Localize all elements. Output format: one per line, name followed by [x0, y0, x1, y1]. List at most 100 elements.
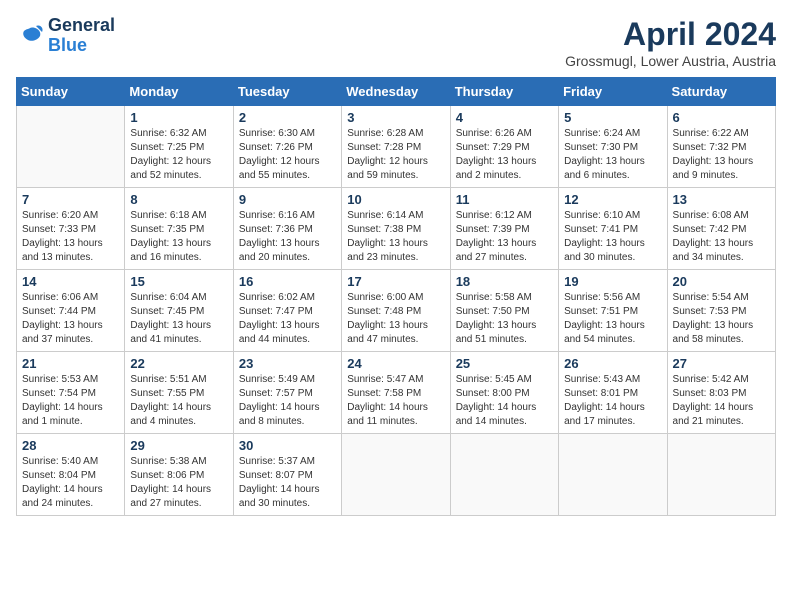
calendar-cell: 17 Sunrise: 6:00 AM Sunset: 7:48 PM Dayli…: [342, 270, 450, 352]
calendar-cell: 22 Sunrise: 5:51 AM Sunset: 7:55 PM Dayli…: [125, 352, 233, 434]
day-info: Sunrise: 6:00 AM Sunset: 7:48 PM Dayligh…: [347, 291, 444, 347]
day-info: Sunrise: 5:47 AM Sunset: 7:58 PM Dayligh…: [347, 373, 444, 429]
calendar-week-row: 28 Sunrise: 5:40 AM Sunset: 8:04 PM Dayli…: [17, 434, 776, 516]
day-number: 30: [239, 438, 336, 453]
day-info: Sunrise: 5:56 AM Sunset: 7:51 PM Dayligh…: [564, 291, 661, 347]
calendar-cell: 16Sunrise: 6:02 AM Sunset: 7:47 PM Dayli…: [233, 270, 341, 352]
day-number: 29: [130, 438, 227, 453]
day-number: 26: [564, 356, 661, 371]
day-number: 2: [239, 110, 336, 125]
day-number: 11: [456, 192, 553, 207]
calendar-cell: 9 Sunrise: 6:16 AM Sunset: 7:36 PM Daylig…: [233, 188, 341, 270]
calendar-cell: 24 Sunrise: 5:47 AM Sunset: 7:58 PM Dayli…: [342, 352, 450, 434]
day-number: 10: [347, 192, 444, 207]
logo-bird-icon: [16, 24, 44, 48]
day-number: 27: [673, 356, 770, 371]
calendar-day-header: Monday: [125, 78, 233, 106]
calendar-cell: 27 Sunrise: 5:42 AM Sunset: 8:03 PM Dayli…: [667, 352, 775, 434]
calendar-cell: 14Sunrise: 6:06 AM Sunset: 7:44 PM Dayli…: [17, 270, 125, 352]
calendar-cell: 18Sunrise: 5:58 AM Sunset: 7:50 PM Dayli…: [450, 270, 558, 352]
day-number: 20: [673, 274, 770, 289]
day-info: Sunrise: 5:54 AM Sunset: 7:53 PM Dayligh…: [673, 291, 770, 347]
day-info: Sunrise: 5:51 AM Sunset: 7:55 PM Dayligh…: [130, 373, 227, 429]
day-info: Sunrise: 6:02 AM Sunset: 7:47 PM Dayligh…: [239, 291, 336, 347]
day-number: 12: [564, 192, 661, 207]
calendar-cell: 26 Sunrise: 5:43 AM Sunset: 8:01 PM Dayli…: [559, 352, 667, 434]
day-number: 24: [347, 356, 444, 371]
day-number: 6: [673, 110, 770, 125]
calendar-cell: [450, 434, 558, 516]
calendar-day-header: Thursday: [450, 78, 558, 106]
day-info: Sunrise: 6:20 AM Sunset: 7:33 PM Dayligh…: [22, 209, 119, 265]
day-info: Sunrise: 5:42 AM Sunset: 8:03 PM Dayligh…: [673, 373, 770, 429]
day-info: Sunrise: 6:24 AM Sunset: 7:30 PM Dayligh…: [564, 127, 661, 183]
calendar-cell: 23 Sunrise: 5:49 AM Sunset: 7:57 PM Dayli…: [233, 352, 341, 434]
day-info: Sunrise: 5:45 AM Sunset: 8:00 PM Dayligh…: [456, 373, 553, 429]
calendar-cell: [342, 434, 450, 516]
calendar-day-header: Sunday: [17, 78, 125, 106]
calendar-day-header: Saturday: [667, 78, 775, 106]
day-number: 28: [22, 438, 119, 453]
day-info: Sunrise: 6:04 AM Sunset: 7:45 PM Dayligh…: [130, 291, 227, 347]
day-number: 13: [673, 192, 770, 207]
day-number: 8: [130, 192, 227, 207]
day-number: 19: [564, 274, 661, 289]
day-number: 1: [130, 110, 227, 125]
calendar-cell: 8 Sunrise: 6:18 AM Sunset: 7:35 PM Daylig…: [125, 188, 233, 270]
day-info: Sunrise: 5:40 AM Sunset: 8:04 PM Dayligh…: [22, 455, 119, 511]
calendar-week-row: 14Sunrise: 6:06 AM Sunset: 7:44 PM Dayli…: [17, 270, 776, 352]
calendar-cell: 20 Sunrise: 5:54 AM Sunset: 7:53 PM Dayli…: [667, 270, 775, 352]
calendar-week-row: 21Sunrise: 5:53 AM Sunset: 7:54 PM Dayli…: [17, 352, 776, 434]
title-block: April 2024 Grossmugl, Lower Austria, Aus…: [565, 16, 776, 69]
day-info: Sunrise: 6:08 AM Sunset: 7:42 PM Dayligh…: [673, 209, 770, 265]
calendar-cell: 29 Sunrise: 5:38 AM Sunset: 8:06 PM Dayli…: [125, 434, 233, 516]
calendar-cell: 11 Sunrise: 6:12 AM Sunset: 7:39 PM Dayli…: [450, 188, 558, 270]
calendar-week-row: 7Sunrise: 6:20 AM Sunset: 7:33 PM Daylig…: [17, 188, 776, 270]
calendar-cell: 15Sunrise: 6:04 AM Sunset: 7:45 PM Dayli…: [125, 270, 233, 352]
day-info: Sunrise: 6:14 AM Sunset: 7:38 PM Dayligh…: [347, 209, 444, 265]
calendar-cell: 4 Sunrise: 6:26 AM Sunset: 7:29 PM Daylig…: [450, 106, 558, 188]
day-info: Sunrise: 5:43 AM Sunset: 8:01 PM Dayligh…: [564, 373, 661, 429]
day-number: 4: [456, 110, 553, 125]
calendar-table: SundayMondayTuesdayWednesdayThursdayFrid…: [16, 77, 776, 516]
day-number: 18: [456, 274, 553, 289]
logo-text: General Blue: [48, 16, 115, 56]
day-number: 22: [130, 356, 227, 371]
day-number: 23: [239, 356, 336, 371]
calendar-cell: 28 Sunrise: 5:40 AM Sunset: 8:04 PM Dayli…: [17, 434, 125, 516]
calendar-cell: 19 Sunrise: 5:56 AM Sunset: 7:51 PM Dayli…: [559, 270, 667, 352]
calendar-cell: 30Sunrise: 5:37 AM Sunset: 8:07 PM Dayli…: [233, 434, 341, 516]
calendar-header-row: SundayMondayTuesdayWednesdayThursdayFrid…: [17, 78, 776, 106]
day-number: 3: [347, 110, 444, 125]
calendar-cell: 7Sunrise: 6:20 AM Sunset: 7:33 PM Daylig…: [17, 188, 125, 270]
day-info: Sunrise: 6:32 AM Sunset: 7:25 PM Dayligh…: [130, 127, 227, 183]
calendar-cell: 25 Sunrise: 5:45 AM Sunset: 8:00 PM Dayli…: [450, 352, 558, 434]
day-info: Sunrise: 6:12 AM Sunset: 7:39 PM Dayligh…: [456, 209, 553, 265]
calendar-week-row: 1 Sunrise: 6:32 AM Sunset: 7:25 PM Daylig…: [17, 106, 776, 188]
calendar-cell: 3 Sunrise: 6:28 AM Sunset: 7:28 PM Daylig…: [342, 106, 450, 188]
day-info: Sunrise: 5:49 AM Sunset: 7:57 PM Dayligh…: [239, 373, 336, 429]
day-info: Sunrise: 6:30 AM Sunset: 7:26 PM Dayligh…: [239, 127, 336, 183]
day-info: Sunrise: 6:28 AM Sunset: 7:28 PM Dayligh…: [347, 127, 444, 183]
calendar-cell: 13 Sunrise: 6:08 AM Sunset: 7:42 PM Dayli…: [667, 188, 775, 270]
day-number: 25: [456, 356, 553, 371]
calendar-cell: 1 Sunrise: 6:32 AM Sunset: 7:25 PM Daylig…: [125, 106, 233, 188]
calendar-day-header: Friday: [559, 78, 667, 106]
calendar-cell: 6 Sunrise: 6:22 AM Sunset: 7:32 PM Daylig…: [667, 106, 775, 188]
day-info: Sunrise: 6:26 AM Sunset: 7:29 PM Dayligh…: [456, 127, 553, 183]
day-number: 5: [564, 110, 661, 125]
calendar-cell: 21Sunrise: 5:53 AM Sunset: 7:54 PM Dayli…: [17, 352, 125, 434]
calendar-cell: [17, 106, 125, 188]
day-info: Sunrise: 5:53 AM Sunset: 7:54 PM Dayligh…: [22, 373, 119, 429]
day-info: Sunrise: 6:22 AM Sunset: 7:32 PM Dayligh…: [673, 127, 770, 183]
logo: General Blue: [16, 16, 115, 56]
day-info: Sunrise: 5:38 AM Sunset: 8:06 PM Dayligh…: [130, 455, 227, 511]
day-info: Sunrise: 6:18 AM Sunset: 7:35 PM Dayligh…: [130, 209, 227, 265]
calendar-cell: [667, 434, 775, 516]
day-info: Sunrise: 6:16 AM Sunset: 7:36 PM Dayligh…: [239, 209, 336, 265]
day-number: 9: [239, 192, 336, 207]
day-info: Sunrise: 6:10 AM Sunset: 7:41 PM Dayligh…: [564, 209, 661, 265]
calendar-cell: 10 Sunrise: 6:14 AM Sunset: 7:38 PM Dayli…: [342, 188, 450, 270]
calendar-cell: 12 Sunrise: 6:10 AM Sunset: 7:41 PM Dayli…: [559, 188, 667, 270]
day-number: 17: [347, 274, 444, 289]
